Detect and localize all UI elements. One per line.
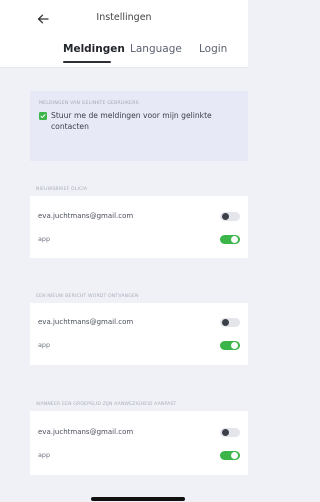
toggle-knob xyxy=(222,429,229,436)
email-row-label: eva.juchtmans@gmail.com xyxy=(38,212,134,220)
linked-users-checkbox[interactable] xyxy=(39,112,47,120)
app-row-label: app xyxy=(38,451,51,459)
new-message-card: eva.juchtmans@gmail.com app xyxy=(30,303,248,365)
email-row-label: eva.juchtmans@gmail.com xyxy=(38,318,134,326)
page-title: Instellingen xyxy=(96,12,152,23)
newsletter-card: eva.juchtmans@gmail.com app xyxy=(30,196,248,258)
presence-change-card: eva.juchtmans@gmail.com app xyxy=(30,411,248,475)
linked-users-checkbox-label: Stuur me de meldingen voor mijn gelinkte… xyxy=(51,111,212,131)
tab-login[interactable]: Login xyxy=(199,43,227,55)
email-toggle[interactable] xyxy=(220,428,240,437)
header-bar: Instellingen Meldingen Language Login xyxy=(0,0,248,68)
email-toggle[interactable] xyxy=(220,212,240,221)
toggle-knob xyxy=(231,236,238,243)
section-heading-new-message: EEN NIEUW BERICHT WORDT ONTVANGEN xyxy=(36,294,139,299)
toggle-knob xyxy=(222,213,229,220)
app-toggle[interactable] xyxy=(220,341,240,350)
tab-language[interactable]: Language xyxy=(130,43,182,55)
home-indicator xyxy=(91,497,185,501)
section-heading-newsletter: NIEUWSBRIEF OLICIA xyxy=(36,187,88,192)
email-row-label: eva.juchtmans@gmail.com xyxy=(38,428,134,436)
section-heading-presence-change: WANNEER EEN GROEPSLID ZIJN AANWEZIGHEID … xyxy=(36,402,177,407)
email-toggle[interactable] xyxy=(220,318,240,327)
toggle-knob xyxy=(222,319,229,326)
app-toggle[interactable] xyxy=(220,451,240,460)
tab-bar: Meldingen Language Login xyxy=(0,43,248,59)
linked-users-panel: MELDINGEN VAN GELINKTE GEBRUIKERS Stuur … xyxy=(30,91,248,161)
app-row-label: app xyxy=(38,235,51,243)
app-row-label: app xyxy=(38,341,51,349)
toggle-knob xyxy=(231,342,238,349)
toggle-knob xyxy=(231,452,238,459)
app-toggle[interactable] xyxy=(220,235,240,244)
tab-meldingen[interactable]: Meldingen xyxy=(63,43,125,55)
active-tab-indicator xyxy=(63,61,111,63)
linked-users-heading: MELDINGEN VAN GELINKTE GEBRUIKERS xyxy=(39,101,139,106)
checkmark-icon xyxy=(40,114,46,118)
